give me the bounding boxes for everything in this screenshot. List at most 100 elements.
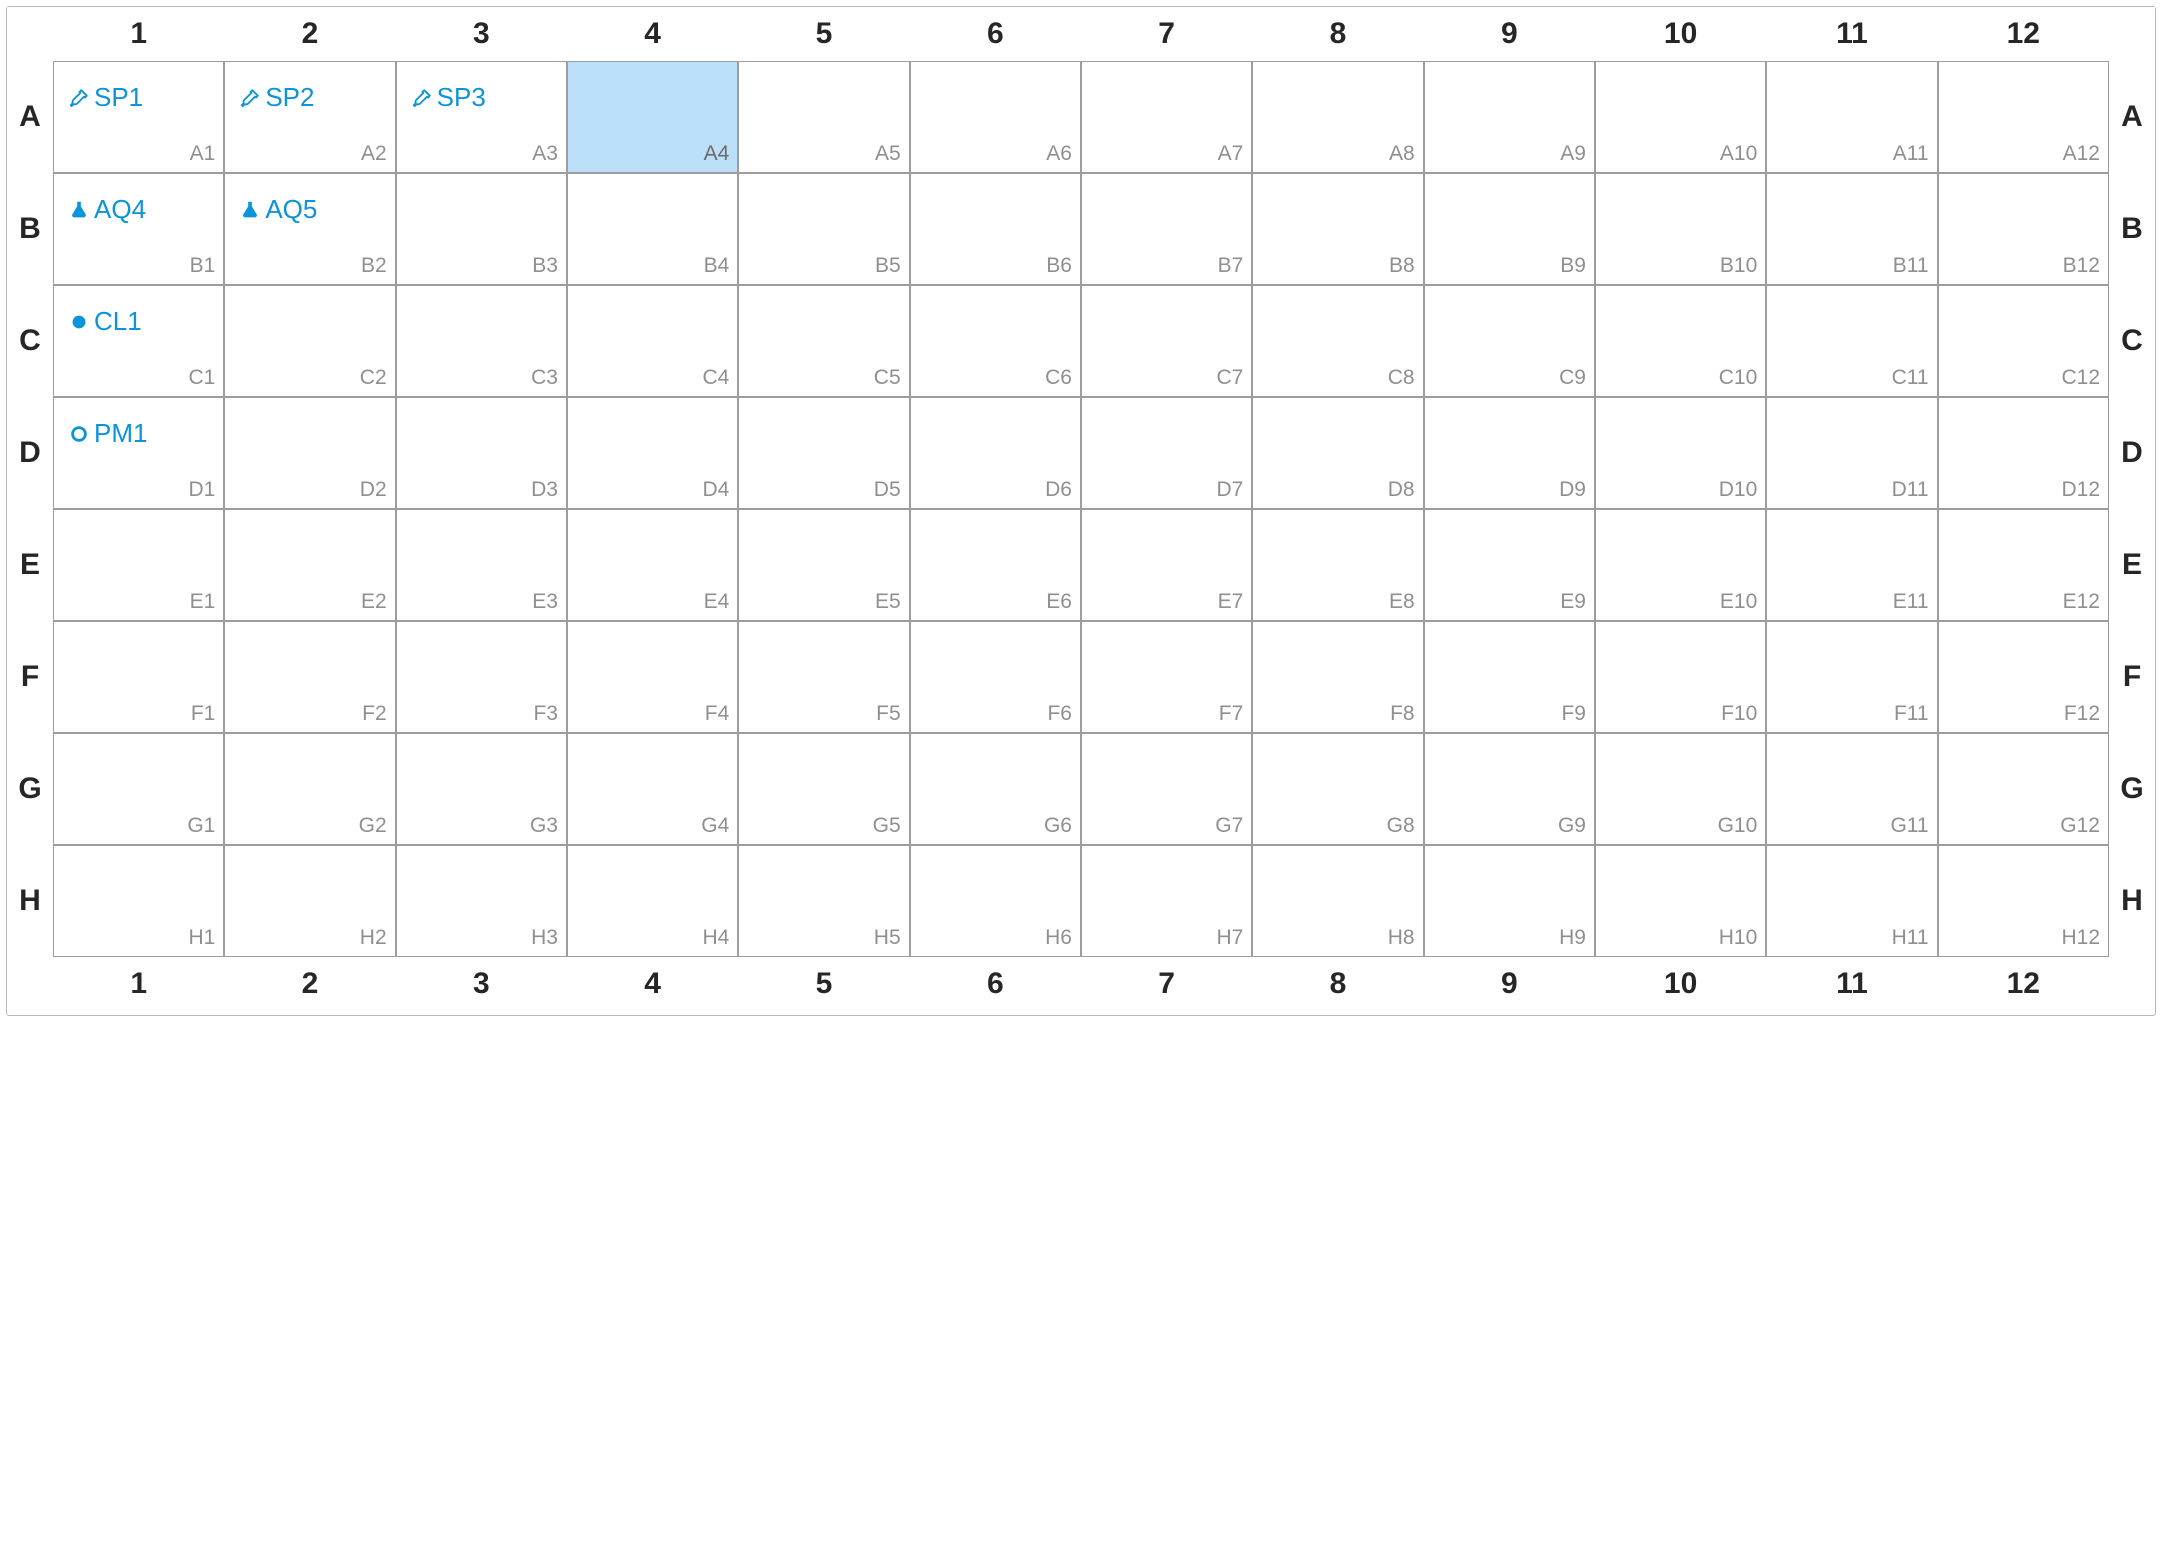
well-d9[interactable]: D9: [1424, 397, 1595, 509]
well-a11[interactable]: A11: [1766, 61, 1937, 173]
well-f4[interactable]: F4: [567, 621, 738, 733]
well-a1[interactable]: A1SP1: [53, 61, 224, 173]
well-e3[interactable]: E3: [396, 509, 567, 621]
well-a8[interactable]: A8: [1252, 61, 1423, 173]
row-header[interactable]: B: [2109, 173, 2155, 285]
well-f12[interactable]: F12: [1938, 621, 2109, 733]
column-header[interactable]: 3: [396, 957, 567, 1011]
well-g6[interactable]: G6: [910, 733, 1081, 845]
row-header[interactable]: B: [7, 173, 53, 285]
column-header[interactable]: 8: [1252, 7, 1423, 61]
well-c10[interactable]: C10: [1595, 285, 1766, 397]
well-e4[interactable]: E4: [567, 509, 738, 621]
well-h11[interactable]: H11: [1766, 845, 1937, 957]
well-f10[interactable]: F10: [1595, 621, 1766, 733]
column-header[interactable]: 2: [224, 7, 395, 61]
row-header[interactable]: F: [2109, 621, 2155, 733]
well-a7[interactable]: A7: [1081, 61, 1252, 173]
well-f5[interactable]: F5: [738, 621, 909, 733]
well-h2[interactable]: H2: [224, 845, 395, 957]
column-header[interactable]: 8: [1252, 957, 1423, 1011]
row-header[interactable]: C: [2109, 285, 2155, 397]
column-header[interactable]: 5: [738, 957, 909, 1011]
well-h5[interactable]: H5: [738, 845, 909, 957]
well-b11[interactable]: B11: [1766, 173, 1937, 285]
column-header[interactable]: 11: [1766, 7, 1937, 61]
well-e1[interactable]: E1: [53, 509, 224, 621]
well-a5[interactable]: A5: [738, 61, 909, 173]
well-d4[interactable]: D4: [567, 397, 738, 509]
row-header[interactable]: E: [7, 509, 53, 621]
well-g5[interactable]: G5: [738, 733, 909, 845]
well-f8[interactable]: F8: [1252, 621, 1423, 733]
row-header[interactable]: F: [7, 621, 53, 733]
well-c12[interactable]: C12: [1938, 285, 2109, 397]
well-e2[interactable]: E2: [224, 509, 395, 621]
well-c2[interactable]: C2: [224, 285, 395, 397]
row-header[interactable]: D: [2109, 397, 2155, 509]
well-g8[interactable]: G8: [1252, 733, 1423, 845]
well-d6[interactable]: D6: [910, 397, 1081, 509]
well-e6[interactable]: E6: [910, 509, 1081, 621]
well-d11[interactable]: D11: [1766, 397, 1937, 509]
well-d3[interactable]: D3: [396, 397, 567, 509]
well-a3[interactable]: A3SP3: [396, 61, 567, 173]
well-b3[interactable]: B3: [396, 173, 567, 285]
row-header[interactable]: A: [7, 61, 53, 173]
column-header[interactable]: 12: [1938, 7, 2109, 61]
well-g2[interactable]: G2: [224, 733, 395, 845]
row-header[interactable]: C: [7, 285, 53, 397]
column-header[interactable]: 9: [1424, 7, 1595, 61]
well-h3[interactable]: H3: [396, 845, 567, 957]
well-d5[interactable]: D5: [738, 397, 909, 509]
well-g4[interactable]: G4: [567, 733, 738, 845]
row-header[interactable]: H: [2109, 845, 2155, 957]
well-e8[interactable]: E8: [1252, 509, 1423, 621]
well-b9[interactable]: B9: [1424, 173, 1595, 285]
column-header[interactable]: 4: [567, 957, 738, 1011]
well-h10[interactable]: H10: [1595, 845, 1766, 957]
column-header[interactable]: 10: [1595, 957, 1766, 1011]
well-h6[interactable]: H6: [910, 845, 1081, 957]
column-header[interactable]: 1: [53, 957, 224, 1011]
well-f6[interactable]: F6: [910, 621, 1081, 733]
well-g12[interactable]: G12: [1938, 733, 2109, 845]
well-c4[interactable]: C4: [567, 285, 738, 397]
well-d7[interactable]: D7: [1081, 397, 1252, 509]
well-b4[interactable]: B4: [567, 173, 738, 285]
well-c9[interactable]: C9: [1424, 285, 1595, 397]
row-header[interactable]: G: [7, 733, 53, 845]
well-c5[interactable]: C5: [738, 285, 909, 397]
row-header[interactable]: E: [2109, 509, 2155, 621]
well-d1[interactable]: D1PM1: [53, 397, 224, 509]
well-d8[interactable]: D8: [1252, 397, 1423, 509]
column-header[interactable]: 5: [738, 7, 909, 61]
well-f11[interactable]: F11: [1766, 621, 1937, 733]
column-header[interactable]: 11: [1766, 957, 1937, 1011]
well-b2[interactable]: B2AQ5: [224, 173, 395, 285]
well-c1[interactable]: C1CL1: [53, 285, 224, 397]
well-g3[interactable]: G3: [396, 733, 567, 845]
well-b1[interactable]: B1AQ4: [53, 173, 224, 285]
well-e12[interactable]: E12: [1938, 509, 2109, 621]
well-c11[interactable]: C11: [1766, 285, 1937, 397]
well-b7[interactable]: B7: [1081, 173, 1252, 285]
column-header[interactable]: 1: [53, 7, 224, 61]
well-g7[interactable]: G7: [1081, 733, 1252, 845]
well-b12[interactable]: B12: [1938, 173, 2109, 285]
well-a12[interactable]: A12: [1938, 61, 2109, 173]
well-f9[interactable]: F9: [1424, 621, 1595, 733]
column-header[interactable]: 6: [910, 7, 1081, 61]
well-c3[interactable]: C3: [396, 285, 567, 397]
well-h12[interactable]: H12: [1938, 845, 2109, 957]
well-c7[interactable]: C7: [1081, 285, 1252, 397]
well-h1[interactable]: H1: [53, 845, 224, 957]
well-b8[interactable]: B8: [1252, 173, 1423, 285]
well-e10[interactable]: E10: [1595, 509, 1766, 621]
well-e7[interactable]: E7: [1081, 509, 1252, 621]
well-c6[interactable]: C6: [910, 285, 1081, 397]
well-h9[interactable]: H9: [1424, 845, 1595, 957]
well-f1[interactable]: F1: [53, 621, 224, 733]
column-header[interactable]: 3: [396, 7, 567, 61]
row-header[interactable]: G: [2109, 733, 2155, 845]
